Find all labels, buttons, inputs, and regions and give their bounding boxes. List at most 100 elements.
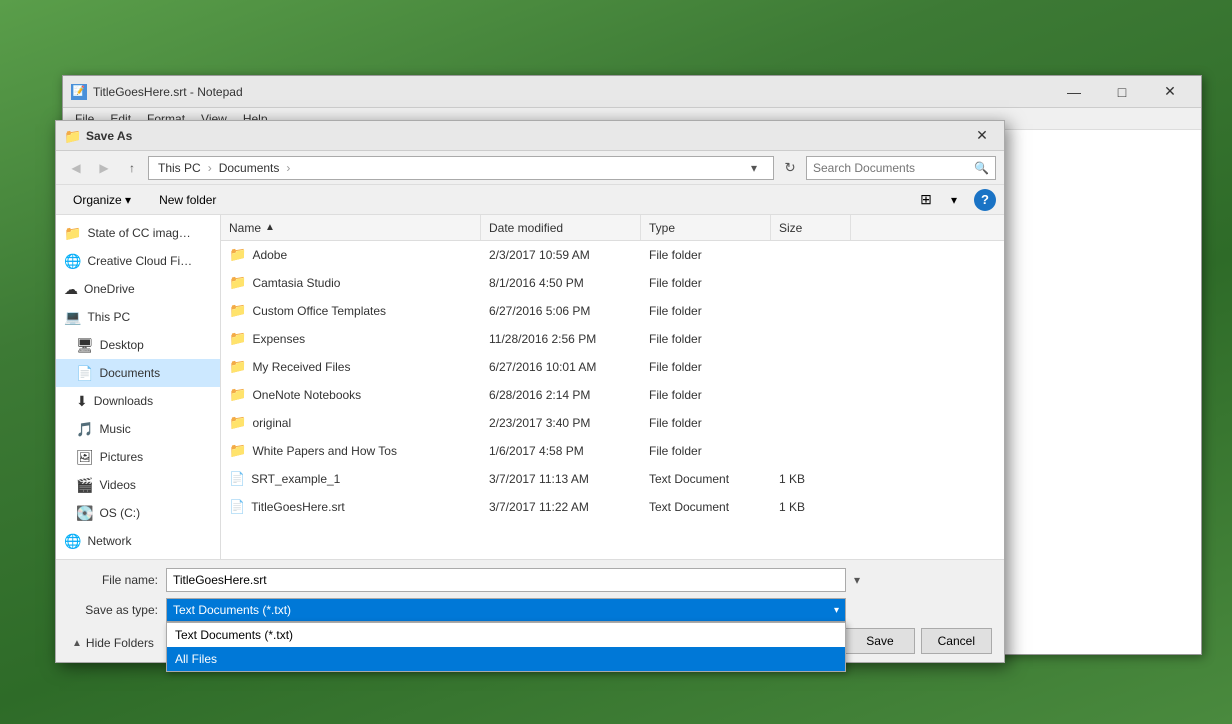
filename-row: File name: ▾: [68, 568, 992, 592]
drive-icon: 💽: [76, 505, 93, 522]
file-row[interactable]: 📄SRT_example_1 3/7/2017 11:13 AM Text Do…: [221, 465, 1004, 493]
onedrive-icon: ☁: [64, 281, 78, 298]
file-row[interactable]: 📁Adobe 2/3/2017 10:59 AM File folder: [221, 241, 1004, 269]
nav-item-pictures[interactable]: 🖼 Pictures: [56, 443, 220, 471]
document-icon: 📄: [229, 499, 245, 515]
filename-label: File name:: [68, 573, 158, 587]
help-button[interactable]: ?: [974, 189, 996, 211]
document-icon: 📄: [229, 471, 245, 487]
forward-button[interactable]: ▶: [92, 156, 116, 180]
address-dropdown-button[interactable]: ▾: [751, 161, 767, 175]
address-crumb-documents[interactable]: Documents: [216, 160, 283, 176]
notepad-title: TitleGoesHere.srt - Notepad: [93, 85, 1051, 99]
folder-icon: 📁: [64, 225, 81, 242]
file-row[interactable]: 📁Custom Office Templates 6/27/2016 5:06 …: [221, 297, 1004, 325]
notepad-titlebar: 📝 TitleGoesHere.srt - Notepad — □ ✕: [63, 76, 1201, 108]
folder-icon: 📁: [229, 274, 246, 291]
new-folder-label: New folder: [159, 193, 216, 207]
dialog-navigation-toolbar: ◀ ▶ ↑ This PC › Documents › ▾ ↻ 🔍: [56, 151, 1004, 185]
column-header-size[interactable]: Size: [771, 215, 851, 240]
hide-folders-chevron: ▲: [72, 638, 82, 649]
nav-item-creative-cloud[interactable]: 🌐 Creative Cloud Fi…: [56, 247, 220, 275]
view-dropdown-button[interactable]: ▾: [946, 189, 962, 211]
column-header-type[interactable]: Type: [641, 215, 771, 240]
save-button[interactable]: Save: [845, 628, 914, 654]
back-button[interactable]: ◀: [64, 156, 88, 180]
file-row[interactable]: 📁My Received Files 6/27/2016 10:01 AM Fi…: [221, 353, 1004, 381]
savetype-dropdown[interactable]: Text Documents (*.txt) ▾: [166, 598, 846, 622]
notepad-icon: 📝: [71, 84, 87, 100]
sort-arrow: ▲: [265, 222, 275, 233]
close-button[interactable]: ✕: [1147, 76, 1193, 108]
file-row[interactable]: 📄TitleGoesHere.srt 3/7/2017 11:22 AM Tex…: [221, 493, 1004, 521]
nav-item-state-cc[interactable]: 📁 State of CC imag…: [56, 219, 220, 247]
nav-item-onedrive[interactable]: ☁ OneDrive: [56, 275, 220, 303]
downloads-icon: ⬇: [76, 393, 88, 410]
nav-item-downloads[interactable]: ⬇ Downloads: [56, 387, 220, 415]
savetype-option-txt[interactable]: Text Documents (*.txt): [167, 623, 845, 647]
hide-folders-button[interactable]: Hide Folders: [86, 636, 154, 650]
file-row[interactable]: 📁White Papers and How Tos 1/6/2017 4:58 …: [221, 437, 1004, 465]
savetype-dropdown-popup: Text Documents (*.txt) All Files: [166, 622, 846, 672]
computer-icon: 💻: [64, 309, 81, 326]
organize-button[interactable]: Organize ▾: [64, 189, 140, 211]
dialog-footer: File name: ▾ Save as type: Text Document…: [56, 559, 1004, 662]
pictures-icon: 🖼: [76, 449, 94, 466]
music-icon: 🎵: [76, 421, 93, 438]
file-row[interactable]: 📁original 2/23/2017 3:40 PM File folder: [221, 409, 1004, 437]
organize-label: Organize ▾: [73, 193, 131, 207]
folder-icon: 📁: [229, 386, 246, 403]
file-row[interactable]: 📁OneNote Notebooks 6/28/2016 2:14 PM Fil…: [221, 381, 1004, 409]
nav-item-music[interactable]: 🎵 Music: [56, 415, 220, 443]
search-input[interactable]: [813, 161, 974, 175]
dialog-titlebar: 📁 Save As ✕: [56, 121, 1004, 151]
savetype-row: Save as type: Text Documents (*.txt) ▾ T…: [68, 598, 992, 622]
desktop-icon: 🖥: [76, 337, 94, 354]
address-bar[interactable]: This PC › Documents › ▾: [148, 156, 774, 180]
videos-icon: 🎬: [76, 477, 93, 494]
dialog-icon: 📁: [64, 128, 80, 144]
file-list-header: Name ▲ Date modified Type Size: [221, 215, 1004, 241]
search-box: 🔍: [806, 156, 996, 180]
up-button[interactable]: ↑: [120, 156, 144, 180]
folder-icon: 📁: [229, 414, 246, 431]
savetype-dropdown-wrapper: Text Documents (*.txt) ▾ Text Documents …: [166, 598, 846, 622]
nav-item-videos[interactable]: 🎬 Videos: [56, 471, 220, 499]
view-icon-button[interactable]: ⊞: [914, 189, 938, 211]
folder-icon: 📁: [229, 330, 246, 347]
savetype-dropdown-arrow: ▾: [834, 605, 839, 616]
file-row[interactable]: 📁Camtasia Studio 8/1/2016 4:50 PM File f…: [221, 269, 1004, 297]
nav-item-this-pc[interactable]: 💻 This PC: [56, 303, 220, 331]
address-crumb-thispc[interactable]: This PC: [155, 160, 204, 176]
filename-input[interactable]: [166, 568, 846, 592]
new-folder-button[interactable]: New folder: [148, 189, 227, 211]
savetype-value: Text Documents (*.txt): [173, 603, 291, 617]
dialog-close-button[interactable]: ✕: [968, 124, 996, 148]
hide-folders-row: ▲ Hide Folders: [68, 632, 154, 650]
search-icon: 🔍: [974, 161, 989, 175]
help-char: ?: [981, 192, 989, 207]
dialog-organize-toolbar: Organize ▾ New folder ⊞ ▾ ?: [56, 185, 1004, 215]
minimize-button[interactable]: —: [1051, 76, 1097, 108]
notepad-window-controls: — □ ✕: [1051, 76, 1193, 108]
nav-item-desktop[interactable]: 🖥 Desktop: [56, 331, 220, 359]
column-header-date[interactable]: Date modified: [481, 215, 641, 240]
nav-item-documents[interactable]: 📄 Documents: [56, 359, 220, 387]
folder-icon: 📁: [229, 302, 246, 319]
folder-icon: 📁: [229, 442, 246, 459]
nav-item-network[interactable]: 🌐 Network: [56, 527, 220, 555]
file-list: 📁Adobe 2/3/2017 10:59 AM File folder 📁Ca…: [221, 241, 1004, 559]
folder-icon: 📁: [229, 358, 246, 375]
savetype-label: Save as type:: [68, 603, 158, 617]
file-row[interactable]: 📁Expenses 11/28/2016 2:56 PM File folder: [221, 325, 1004, 353]
column-header-name[interactable]: Name ▲: [221, 215, 481, 240]
nav-item-os-c[interactable]: 💽 OS (C:): [56, 499, 220, 527]
folder-icon: 📁: [229, 246, 246, 263]
savetype-option-all[interactable]: All Files: [167, 647, 845, 671]
cancel-button[interactable]: Cancel: [921, 628, 992, 654]
refresh-button[interactable]: ↻: [778, 156, 802, 180]
dialog-title: Save As: [86, 129, 968, 143]
save-as-dialog: 📁 Save As ✕ ◀ ▶ ↑ This PC › Documents › …: [55, 120, 1005, 663]
maximize-button[interactable]: □: [1099, 76, 1145, 108]
nav-pane: 📁 State of CC imag… 🌐 Creative Cloud Fi……: [56, 215, 221, 559]
